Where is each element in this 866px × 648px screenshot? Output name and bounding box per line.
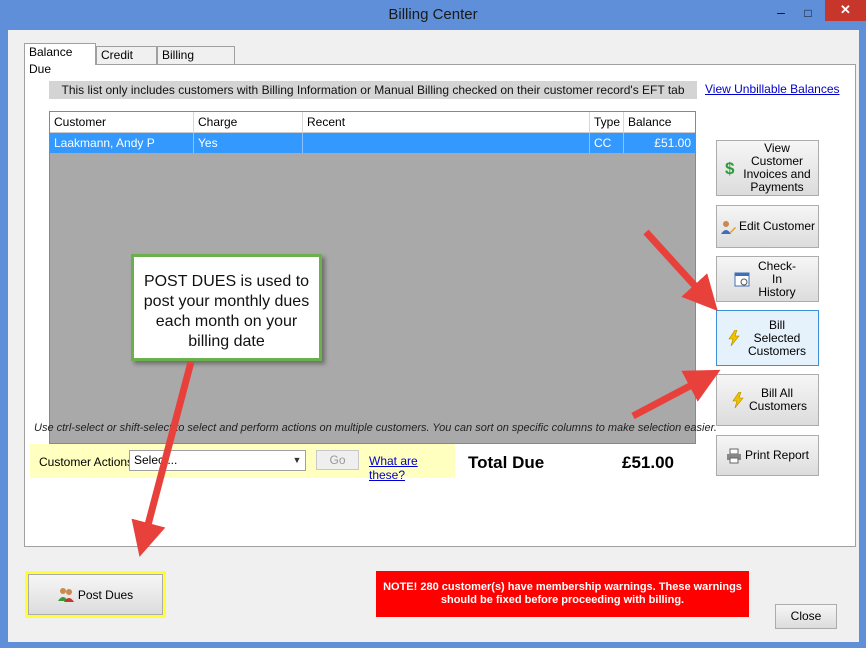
bill-all-label: Bill All Customers	[749, 386, 808, 413]
window-title: Billing Center	[388, 6, 478, 23]
cell-charge: Yes	[194, 133, 303, 153]
bill-all-button[interactable]: Bill All Customers	[716, 374, 819, 426]
edit-customer-label: Edit Customer	[738, 219, 816, 233]
bill-selected-button[interactable]: Bill Selected Customers	[716, 310, 819, 366]
post-dues-button[interactable]: Post Dues	[28, 574, 163, 615]
cell-recent	[303, 133, 590, 153]
post-dues-highlight: Post Dues	[25, 571, 166, 618]
column-header-recent[interactable]: Recent	[303, 112, 590, 132]
edit-customer-button[interactable]: Edit Customer	[716, 205, 819, 248]
column-header-balance[interactable]: Balance	[624, 112, 695, 132]
what-are-these-link[interactable]: What are these?	[369, 454, 455, 482]
chevron-down-icon[interactable]: ▼	[289, 451, 305, 470]
tab-billing-events[interactable]: Billing Events	[157, 46, 235, 79]
close-window-button[interactable]: ✕	[825, 0, 866, 21]
view-invoices-button[interactable]: $ View Customer Invoices and Payments	[716, 140, 819, 196]
cell-balance: £51.00	[654, 136, 691, 150]
tab-balance-due[interactable]: Balance Due	[24, 43, 96, 76]
billing-center-window: Billing Center – □ ✕ Balance Due Credit …	[0, 0, 866, 648]
users-icon	[57, 587, 75, 602]
go-button[interactable]: Go	[316, 450, 359, 470]
title-bar[interactable]: Billing Center – □ ✕	[0, 0, 866, 30]
checkin-history-button[interactable]: Check-In History	[716, 256, 819, 302]
cell-type: CC	[590, 133, 624, 153]
dollar-icon: $	[722, 159, 738, 177]
svg-text:$: $	[725, 159, 735, 177]
table-row[interactable]: Laakmann, Andy P Yes CC £51.00	[50, 133, 695, 153]
selection-hint: Use ctrl-select or shift-select to selec…	[34, 422, 717, 434]
column-header-customer[interactable]: Customer	[50, 112, 194, 132]
view-invoices-label: View Customer Invoices and Payments	[743, 141, 811, 194]
post-dues-callout: POST DUES is used to post your monthly d…	[131, 254, 322, 361]
total-due-value: £51.00	[622, 453, 674, 472]
eft-notice: This list only includes customers with B…	[49, 81, 697, 99]
tab-credit-due[interactable]: Credit Due	[96, 46, 157, 79]
print-report-button[interactable]: Print Report	[716, 435, 819, 476]
lightning-icon	[730, 392, 746, 408]
total-due-label: Total Due	[468, 453, 545, 472]
customer-actions-label: Customer Actions	[39, 455, 134, 469]
customer-actions-select[interactable]: Select... ▼	[129, 450, 306, 471]
membership-warning-banner: NOTE! 280 customer(s) have membership wa…	[376, 571, 749, 617]
view-unbillable-link[interactable]: View Unbillable Balances	[705, 82, 840, 96]
cell-customer: Laakmann, Andy P	[50, 133, 194, 153]
post-dues-label: Post Dues	[77, 587, 134, 602]
printer-icon	[726, 448, 742, 464]
customer-actions-value: Select...	[134, 453, 178, 467]
user-edit-icon	[720, 219, 736, 235]
close-button[interactable]: Close	[775, 604, 837, 629]
checkin-history-label: Check-In History	[757, 258, 796, 299]
print-report-label: Print Report	[744, 448, 810, 462]
maximize-button[interactable]: □	[796, 4, 820, 22]
bill-selected-label: Bill Selected Customers	[747, 317, 806, 358]
column-header-charge[interactable]: Charge	[194, 112, 303, 132]
grid-header: Customer Charge Recent Type Balance	[50, 112, 695, 133]
lightning-icon	[726, 330, 742, 346]
column-header-type[interactable]: Type	[590, 112, 624, 132]
customer-actions-bar: Customer Actions Select... ▼ Go What are…	[30, 444, 455, 482]
minimize-button[interactable]: –	[769, 4, 793, 22]
calendar-icon	[734, 271, 750, 287]
